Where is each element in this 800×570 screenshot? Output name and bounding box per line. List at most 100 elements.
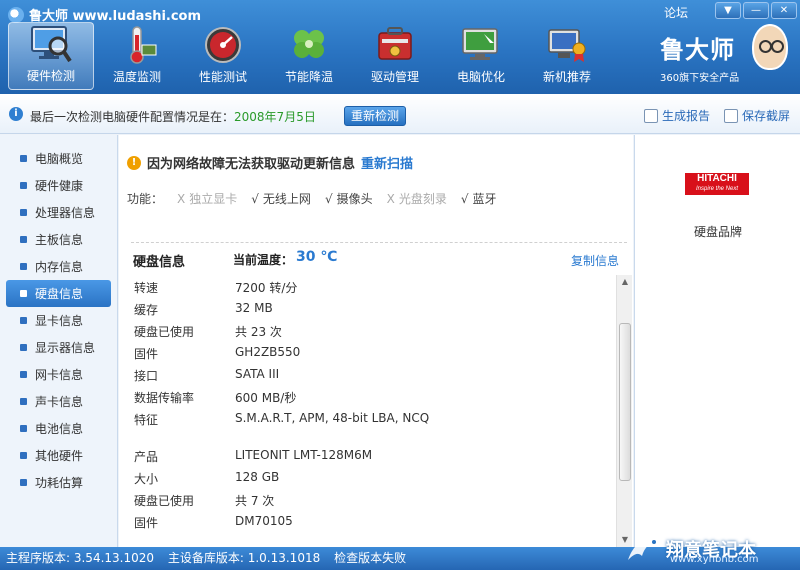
spec-key: 接口 (134, 369, 159, 383)
forum-link[interactable]: 论坛 (664, 4, 688, 21)
nav-energy-saving[interactable]: 节能降温 (266, 22, 352, 90)
sidebar-item-other-hardware[interactable]: 其他硬件 (0, 442, 117, 469)
thermometer-icon (130, 26, 157, 64)
bullet-icon (20, 344, 27, 351)
sidebar-item-label: 显卡信息 (35, 314, 84, 328)
bullet-icon (20, 236, 27, 243)
sidebar-item-memory[interactable]: 内存信息 (0, 253, 117, 280)
nav-driver-manager[interactable]: 驱动管理 (352, 22, 438, 90)
spec-row: 硬盘已使用 共 7 次 (119, 488, 633, 510)
bullet-icon (20, 371, 27, 378)
driver-warning: ! 因为网络故障无法获取驱动更新信息 重新扫描 (127, 153, 413, 172)
nav-label: 温度监测 (112, 70, 161, 84)
nav-label: 性能测试 (198, 70, 247, 84)
sidebar-item-processor[interactable]: 处理器信息 (0, 199, 117, 226)
nav-label: 新机推荐 (542, 70, 591, 84)
sidebar-item-label: 功耗估算 (35, 476, 84, 490)
spec-key: 特征 (134, 413, 159, 427)
spec-value: SATA III (235, 367, 280, 381)
spec-value: 7200 转/分 (235, 281, 298, 295)
logo-line2: Inspire the Next (695, 186, 739, 192)
sidebar-item-sound[interactable]: 声卡信息 (0, 388, 117, 415)
rescan-link[interactable]: 重新扫描 (361, 153, 413, 172)
feature-disc-burn: X 光盘刻录 (387, 190, 447, 207)
sidebar-item-label: 硬盘信息 (35, 287, 84, 301)
main-version: 主程序版本: 3.54.13.1020 (6, 551, 155, 565)
spec-key: 大小 (134, 472, 159, 486)
vertical-scrollbar[interactable]: ▲ ▼ (616, 275, 632, 547)
cross-icon: X (386, 192, 395, 206)
info-icon: i (9, 107, 23, 121)
sidebar-item-disk[interactable]: 硬盘信息 (6, 280, 111, 307)
sidebar-item-overview[interactable]: 电脑概览 (0, 145, 117, 172)
check-icon: √ (324, 192, 333, 206)
main-nav: 硬件检测 温度监测 性能测试 节能降温 驱动管理 电脑优化 新机推荐 (8, 22, 610, 90)
close-icon[interactable]: ✕ (771, 2, 797, 19)
feature-label: 无线上网 (262, 192, 311, 206)
bullet-icon (20, 290, 27, 297)
nav-label: 硬件检测 (26, 69, 75, 83)
nav-label: 驱动管理 (370, 70, 419, 84)
nav-pc-optimize[interactable]: 电脑优化 (438, 22, 524, 90)
nav-temperature-monitor[interactable]: 温度监测 (94, 22, 180, 90)
spec-value: LITEONIT LMT-128M6M (235, 448, 373, 462)
last-check-date: 2008年7月5日 (234, 110, 316, 124)
spec-value: 32 MB (235, 301, 273, 315)
check-icon: √ (251, 192, 259, 206)
sidebar-item-display[interactable]: 显示器信息 (0, 334, 117, 361)
sidebar-item-network[interactable]: 网卡信息 (0, 361, 117, 388)
sidebar-item-graphics[interactable]: 显卡信息 (0, 307, 117, 334)
temperature-label: 当前温度： (233, 253, 294, 267)
sidebar-item-label: 主板信息 (35, 233, 84, 247)
bullet-icon (20, 317, 27, 324)
nav-performance-test[interactable]: 性能测试 (180, 22, 266, 90)
warning-icon: ! (127, 155, 141, 170)
brand-subtitle: 360旗下安全产品 (660, 73, 740, 84)
spec-value: DM70105 (235, 514, 293, 528)
toolbox-icon (378, 27, 412, 60)
generate-report-button[interactable]: 生成报告 (644, 107, 710, 124)
sidebar-item-label: 电脑概览 (35, 152, 84, 166)
sidebar-item-power-estimate[interactable]: 功耗估算 (0, 469, 117, 496)
disk-info-title: 硬盘信息 (133, 255, 186, 270)
mascot-icon (752, 24, 788, 70)
spec-row: 转速 7200 转/分 (119, 275, 633, 297)
sidebar-item-label: 内存信息 (35, 260, 84, 274)
nav-label: 节能降温 (284, 70, 333, 84)
scroll-up-icon[interactable]: ▲ (617, 275, 633, 289)
spec-key: 缓存 (134, 303, 159, 317)
brand-panel: HITACHI Inspire the Next 硬盘品牌 (634, 135, 800, 547)
save-screenshot-button[interactable]: 保存截屏 (724, 107, 790, 124)
feature-label: 独立显卡 (189, 192, 238, 206)
spec-value: 128 GB (235, 470, 280, 484)
title-bar: 鲁大师 www.ludashi.com 论坛 ▼ — ✕ 硬件检测 温度监测 性… (0, 0, 800, 94)
recheck-button[interactable]: 重新检测 (344, 106, 406, 126)
sidebar-item-battery[interactable]: 电池信息 (0, 415, 117, 442)
spec-value: 共 7 次 (235, 494, 275, 508)
feature-camera: √ 摄像头 (325, 190, 373, 207)
nav-new-pc-recommend[interactable]: 新机推荐 (524, 22, 610, 90)
spec-key: 固件 (134, 516, 159, 530)
sidebar-item-motherboard[interactable]: 主板信息 (0, 226, 117, 253)
section-divider (131, 242, 627, 243)
report-icon (644, 108, 658, 123)
bird-logo-icon (628, 537, 660, 560)
spec-row: 硬盘已使用 共 23 次 (119, 319, 633, 341)
copy-info-link[interactable]: 复制信息 (571, 252, 619, 269)
warning-text: 因为网络故障无法获取驱动更新信息 (147, 157, 356, 172)
spec-key: 硬盘已使用 (134, 494, 195, 508)
feature-label: 摄像头 (336, 192, 373, 206)
disk-spec-list: 转速 7200 转/分 缓存 32 MB 硬盘已使用 共 23 次 固件 GH2ZB55… (119, 275, 633, 547)
temperature-value: 30 ℃ (296, 249, 338, 265)
nav-hardware-detect[interactable]: 硬件检测 (8, 22, 94, 90)
generate-report-label: 生成报告 (662, 109, 711, 123)
sidebar-item-hardware-health[interactable]: 硬件健康 (0, 172, 117, 199)
sidebar-item-label: 显示器信息 (35, 341, 96, 355)
minimize-icon[interactable]: — (743, 2, 769, 19)
scrollbar-thumb[interactable] (619, 323, 631, 481)
cross-icon: X (177, 192, 186, 206)
spec-row: 大小 128 GB (119, 466, 633, 488)
bullet-icon (20, 398, 27, 405)
menu-dropdown-icon[interactable]: ▼ (715, 2, 741, 19)
spec-row: 数据传输率 600 MB/秒 (119, 385, 633, 407)
